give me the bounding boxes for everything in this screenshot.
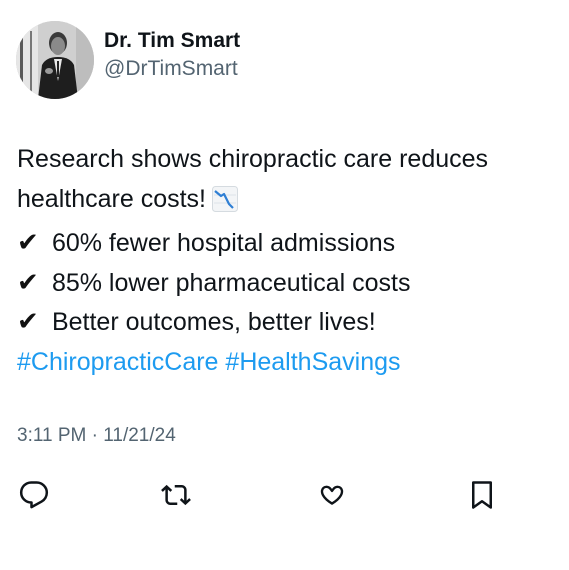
check-mark-icon: ✔ [17, 228, 39, 258]
bullet-line: ✔ Better outcomes, better lives! [17, 303, 565, 343]
tweet: Dr. Tim Smart @DrTimSmart Research shows… [0, 0, 569, 570]
timestamp[interactable]: 3:11 PM · 11/21/24 [17, 424, 176, 448]
retweet-icon[interactable] [158, 477, 194, 513]
tweet-header: Dr. Tim Smart @DrTimSmart [16, 21, 240, 99]
author-handle[interactable]: @DrTimSmart [104, 55, 240, 83]
reply-icon[interactable] [16, 477, 52, 513]
bullet-line: ✔ 60% fewer hospital admissions [17, 224, 565, 264]
tweet-line: healthcare costs! [17, 180, 565, 225]
bookmark-icon[interactable] [464, 477, 500, 513]
author-display-name[interactable]: Dr. Tim Smart [104, 28, 240, 54]
author-names: Dr. Tim Smart @DrTimSmart [104, 28, 240, 83]
like-icon[interactable] [314, 477, 350, 513]
bullet-line: ✔ 85% lower pharmaceutical costs [17, 264, 565, 304]
tweet-line: Research shows chiropractic care reduces [17, 145, 489, 173]
check-mark-icon: ✔ [17, 307, 39, 337]
tweet-text: Research shows chiropractic care reduces… [17, 140, 565, 382]
avatar[interactable] [16, 21, 94, 99]
hashtags[interactable]: #ChiropracticCare #HealthSavings [17, 343, 565, 383]
chart-decreasing-icon [212, 185, 238, 225]
check-mark-icon: ✔ [17, 267, 39, 298]
action-bar [0, 477, 569, 513]
